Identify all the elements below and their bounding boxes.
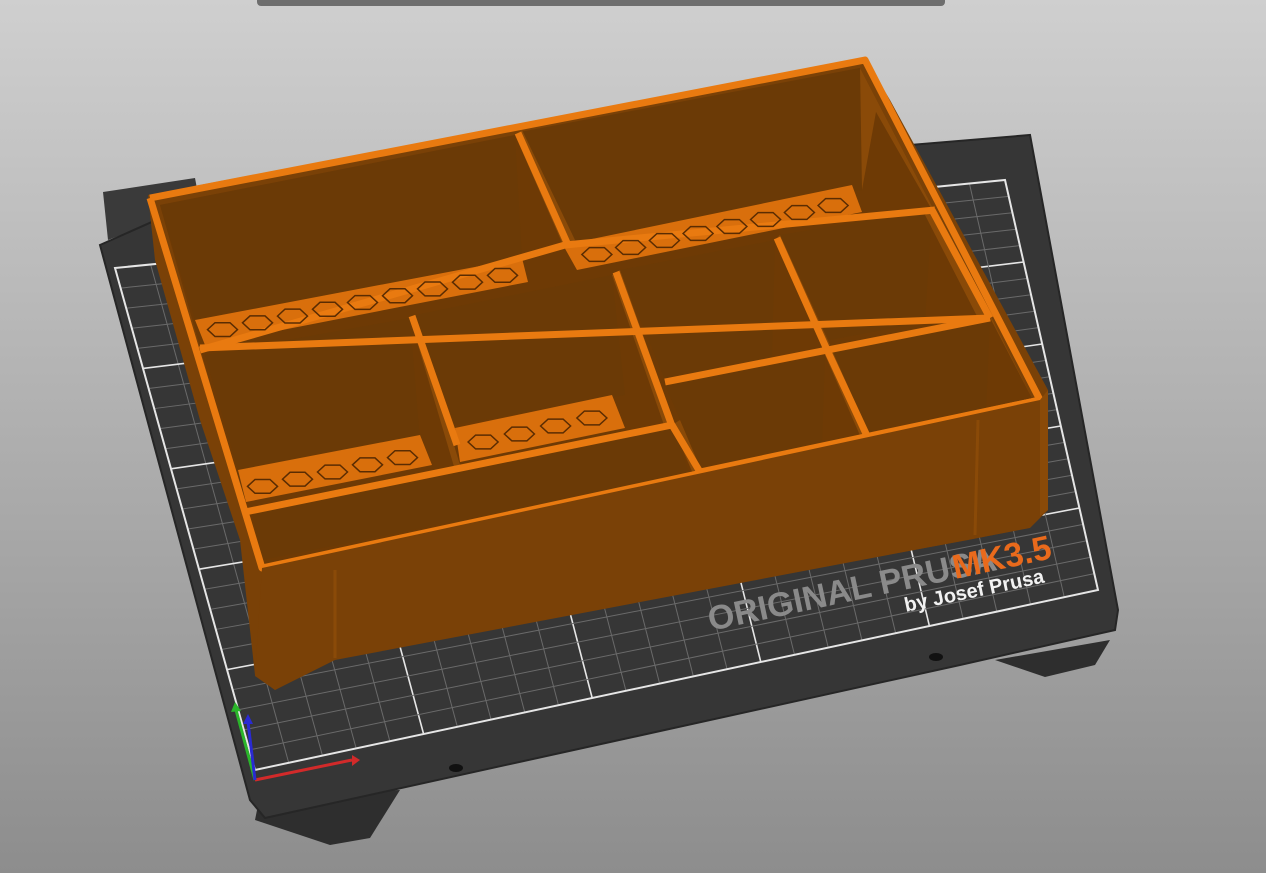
- scene-canvas[interactable]: ORIGINAL PRUSA MK3.5 by Josef Prusa: [0, 0, 1266, 873]
- bed-hole: [929, 653, 943, 661]
- bed-hole: [449, 764, 463, 772]
- 3d-viewport[interactable]: ORIGINAL PRUSA MK3.5 by Josef Prusa: [0, 0, 1266, 873]
